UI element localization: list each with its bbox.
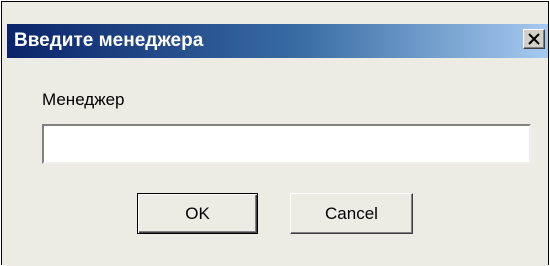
dialog-window: Введите менеджера Менеджер OK Cancel <box>1 1 549 266</box>
manager-label: Менеджер <box>42 90 125 109</box>
title-bar: Введите менеджера <box>7 24 548 58</box>
close-button[interactable] <box>523 29 545 49</box>
window-title: Введите менеджера <box>14 30 204 51</box>
close-icon <box>528 33 540 45</box>
manager-input[interactable] <box>42 124 531 164</box>
ok-button[interactable]: OK <box>137 193 258 234</box>
dialog-content: Менеджер OK Cancel <box>7 58 548 266</box>
cancel-button[interactable]: Cancel <box>290 193 413 234</box>
